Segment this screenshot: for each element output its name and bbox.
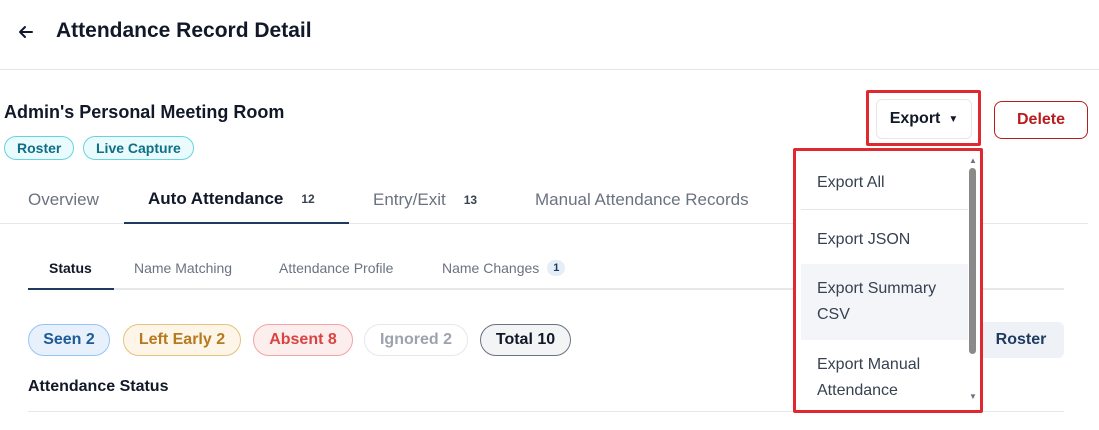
tab-overview[interactable]: Overview xyxy=(28,176,99,224)
export-label: Export xyxy=(889,110,941,127)
scroll-thumb[interactable] xyxy=(969,168,976,354)
caret-down-icon: ▼ xyxy=(948,113,959,125)
tab-label: Entry/Exit xyxy=(373,190,446,209)
tab-label: Auto Attendance xyxy=(148,189,284,208)
menu-item-export-summary-csv[interactable]: Export Summary CSV xyxy=(801,264,968,340)
filter-ignored[interactable]: Ignored 2 xyxy=(364,324,468,356)
subtab-attendance-profile[interactable]: Attendance Profile xyxy=(279,248,393,288)
menu-item-export-json[interactable]: Export JSON xyxy=(801,216,968,264)
subtab-label: Attendance Profile xyxy=(279,260,394,276)
subtab-name-changes[interactable]: Name Changes 1 xyxy=(442,248,566,288)
subtab-label: Name Changes xyxy=(442,260,540,276)
menu-item-export-manual-attendance[interactable]: Export Manual Attendance xyxy=(801,340,968,404)
filter-seen[interactable]: Seen 2 xyxy=(28,324,110,356)
top-bar: Attendance Record Detail xyxy=(0,0,1099,70)
section-title: Attendance Status xyxy=(28,378,169,395)
subtab-label: Status xyxy=(49,260,92,276)
roster-tag: Roster xyxy=(4,136,75,160)
export-menu: Export All Export JSON Export Summary CS… xyxy=(801,156,968,404)
page-title: Attendance Record Detail xyxy=(56,19,312,42)
subtab-name-matching[interactable]: Name Matching xyxy=(134,248,232,288)
scroll-down-icon[interactable]: ▼ xyxy=(969,392,977,401)
filter-total[interactable]: Total 10 xyxy=(480,324,571,356)
live-capture-tag: Live Capture xyxy=(83,136,194,160)
menu-item-export-all[interactable]: Export All xyxy=(801,156,968,210)
arrow-left-icon xyxy=(19,26,33,38)
tab-auto-attendance[interactable]: Auto Attendance 12 xyxy=(124,176,349,224)
meeting-title: Admin's Personal Meeting Room xyxy=(4,102,285,122)
tab-entry-exit[interactable]: Entry/Exit 13 xyxy=(373,176,477,224)
back-button[interactable] xyxy=(14,20,38,44)
tab-label: Manual Attendance Records xyxy=(535,190,749,209)
scroll-up-icon[interactable]: ▲ xyxy=(969,156,977,165)
name-changes-count: 1 xyxy=(547,260,566,276)
filter-left-early[interactable]: Left Early 2 xyxy=(123,324,241,356)
menu-scrollbar[interactable]: ▲ ▼ xyxy=(968,156,978,404)
roster-button[interactable]: Roster xyxy=(978,322,1064,358)
delete-button[interactable]: Delete xyxy=(994,101,1088,139)
tab-manual-attendance[interactable]: Manual Attendance Records xyxy=(535,176,749,224)
export-button[interactable]: Export ▼ xyxy=(876,99,972,139)
subtab-status[interactable]: Status xyxy=(28,248,114,290)
tab-label: Overview xyxy=(28,190,99,209)
tab-count: 13 xyxy=(463,193,478,207)
tab-count: 12 xyxy=(301,192,315,206)
subtab-label: Name Matching xyxy=(134,260,233,276)
filter-absent[interactable]: Absent 8 xyxy=(253,324,353,356)
